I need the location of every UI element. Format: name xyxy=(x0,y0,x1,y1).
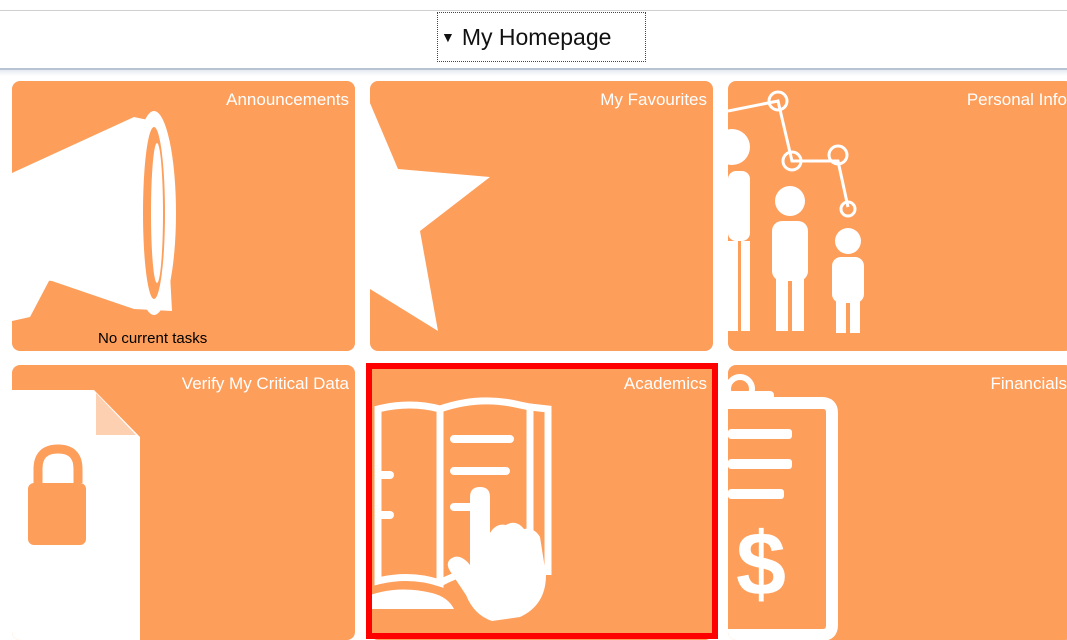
svg-text:$: $ xyxy=(736,515,786,615)
tile-verify-critical-data[interactable]: Verify My Critical Data xyxy=(12,365,355,640)
homepage-selector-label: My Homepage xyxy=(461,23,612,50)
megaphone-icon xyxy=(12,111,176,321)
tile-my-favourites[interactable]: My Favourites xyxy=(370,81,713,351)
tile-title: Personal Info xyxy=(966,90,1067,109)
tile-status-text: No current tasks xyxy=(98,330,208,347)
family-icon xyxy=(728,90,864,333)
locked-document-icon xyxy=(12,390,140,640)
clipboard-dollar-icon: $ xyxy=(728,374,838,640)
tile-academics[interactable]: Academics xyxy=(370,365,713,640)
tile-title: Verify My Critical Data xyxy=(181,374,349,393)
homepage-selector[interactable]: ▼ My Homepage xyxy=(437,12,646,62)
tile-title: Academics xyxy=(623,374,707,393)
star-icon xyxy=(370,103,490,331)
tile-announcements[interactable]: Announcements No current tasks xyxy=(12,81,355,351)
tile-personal-info[interactable]: Personal Info xyxy=(728,81,1067,351)
book-icon xyxy=(370,397,552,621)
tile-title: My Favourites xyxy=(600,90,707,109)
tile-title: Financials xyxy=(990,374,1067,393)
header-shadow xyxy=(0,70,1067,76)
top-border xyxy=(0,10,1067,11)
tile-financials[interactable]: $ Financials xyxy=(728,365,1067,640)
caret-down-icon: ▼ xyxy=(441,29,455,45)
tile-title: Announcements xyxy=(226,90,349,109)
